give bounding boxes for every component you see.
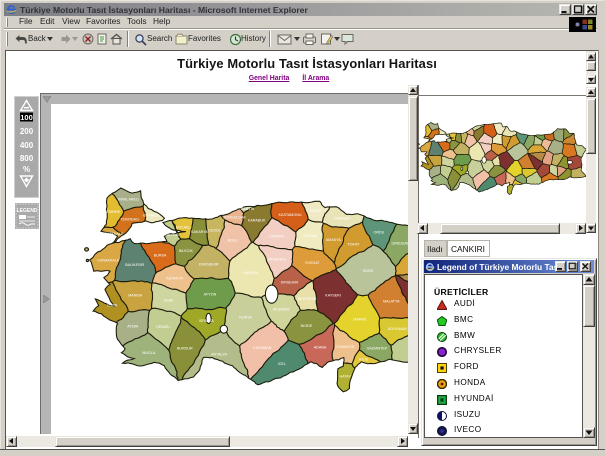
svg-text:KOCAELI: KOCAELI: [176, 225, 192, 229]
svg-text:GIRESUN: GIRESUN: [392, 242, 408, 246]
svg-text:BURDUR: BURDUR: [177, 346, 193, 350]
svg-text:YOZGAT: YOZGAT: [305, 261, 321, 265]
svg-text:AYDIN: AYDIN: [127, 325, 138, 329]
svg-text:KARAMAN: KARAMAN: [253, 346, 271, 350]
svg-text:CANKIRI: CANKIRI: [269, 235, 284, 239]
svg-text:CANAKKALE: CANAKKALE: [97, 259, 120, 263]
svg-text:%: %: [23, 165, 30, 174]
svg-text:AFYON: AFYON: [204, 292, 217, 296]
svg-text:KIRIKKALE: KIRIKKALE: [268, 258, 287, 262]
svg-text:OSMANIYE: OSMANIYE: [335, 345, 355, 349]
svg-text:100: 100: [20, 113, 33, 122]
svg-text:EDIRNE: EDIRNE: [106, 210, 120, 214]
svg-text:BARTIN: BARTIN: [241, 207, 255, 211]
svg-text:DENIZLI: DENIZLI: [156, 325, 170, 329]
svg-text:ADANA: ADANA: [314, 345, 327, 349]
svg-text:SAKARYA: SAKARYA: [191, 230, 208, 234]
svg-text:KIRKLARELI: KIRKLARELI: [118, 198, 139, 202]
svg-text:TOKAT: TOKAT: [348, 243, 361, 247]
svg-text:SIVAS: SIVAS: [363, 269, 374, 273]
svg-text:MUGLA: MUGLA: [142, 351, 156, 355]
svg-text:TEKIRDAG: TEKIRDAG: [120, 218, 139, 222]
svg-text:SAMSUN: SAMSUN: [334, 217, 350, 221]
svg-text:KARABUK: KARABUK: [248, 219, 266, 223]
svg-text:KAYSERI: KAYSERI: [325, 294, 341, 298]
svg-text:LEGEND: LEGEND: [17, 208, 38, 214]
svg-text:ZONGULDAK: ZONGULDAK: [223, 215, 246, 219]
svg-text:DUZCE: DUZCE: [208, 228, 221, 232]
svg-text:BOLU: BOLU: [228, 238, 238, 242]
svg-text:ORDU: ORDU: [374, 230, 385, 234]
svg-text:YALOVA: YALOVA: [165, 233, 180, 237]
svg-text:MARAS: MARAS: [353, 318, 367, 322]
svg-text:SINOP: SINOP: [310, 209, 322, 213]
svg-text:ICEL: ICEL: [278, 362, 286, 366]
svg-text:ESKISEHIR: ESKISEHIR: [199, 263, 219, 267]
svg-text:CORUM: CORUM: [304, 234, 318, 238]
svg-text:KILIS: KILIS: [359, 357, 369, 361]
svg-text:MANISA: MANISA: [128, 293, 143, 297]
svg-text:NEVSEHIR: NEVSEHIR: [298, 297, 317, 301]
svg-text:800: 800: [20, 154, 34, 163]
svg-text:IZMIR: IZMIR: [107, 304, 117, 308]
svg-text:USAK: USAK: [164, 298, 175, 302]
svg-text:KIRSEHIR: KIRSEHIR: [281, 281, 299, 285]
svg-text:ISPARTA: ISPARTA: [199, 319, 215, 323]
svg-text:BALIKESIR: BALIKESIR: [125, 263, 144, 267]
svg-text:BURSA: BURSA: [154, 253, 167, 257]
svg-text:ANKARA: ANKARA: [243, 271, 259, 275]
svg-text:200: 200: [20, 127, 34, 136]
svg-text:KASTAMONU: KASTAMONU: [279, 213, 302, 217]
svg-text:CANAKKALE: CANAKKALE: [101, 232, 124, 236]
svg-text:AKSARAY: AKSARAY: [273, 307, 291, 311]
svg-text:ISTANBUL: ISTANBUL: [143, 214, 161, 218]
svg-text:ADIYAMAN: ADIYAMAN: [388, 327, 407, 331]
svg-text:NIGDE: NIGDE: [301, 324, 313, 328]
svg-text:BILECIK: BILECIK: [179, 249, 194, 253]
svg-text:GAZIANTEP: GAZIANTEP: [367, 346, 388, 350]
svg-text:HATAY: HATAY: [340, 375, 352, 379]
svg-text:400: 400: [20, 141, 34, 150]
svg-text:KONYA: KONYA: [239, 315, 252, 319]
svg-text:ANTALYA: ANTALYA: [211, 352, 227, 356]
svg-text:KUTAHYA: KUTAHYA: [166, 277, 183, 281]
svg-text:AMASYA: AMASYA: [326, 238, 342, 242]
svg-text:MALATYA: MALATYA: [383, 300, 400, 304]
